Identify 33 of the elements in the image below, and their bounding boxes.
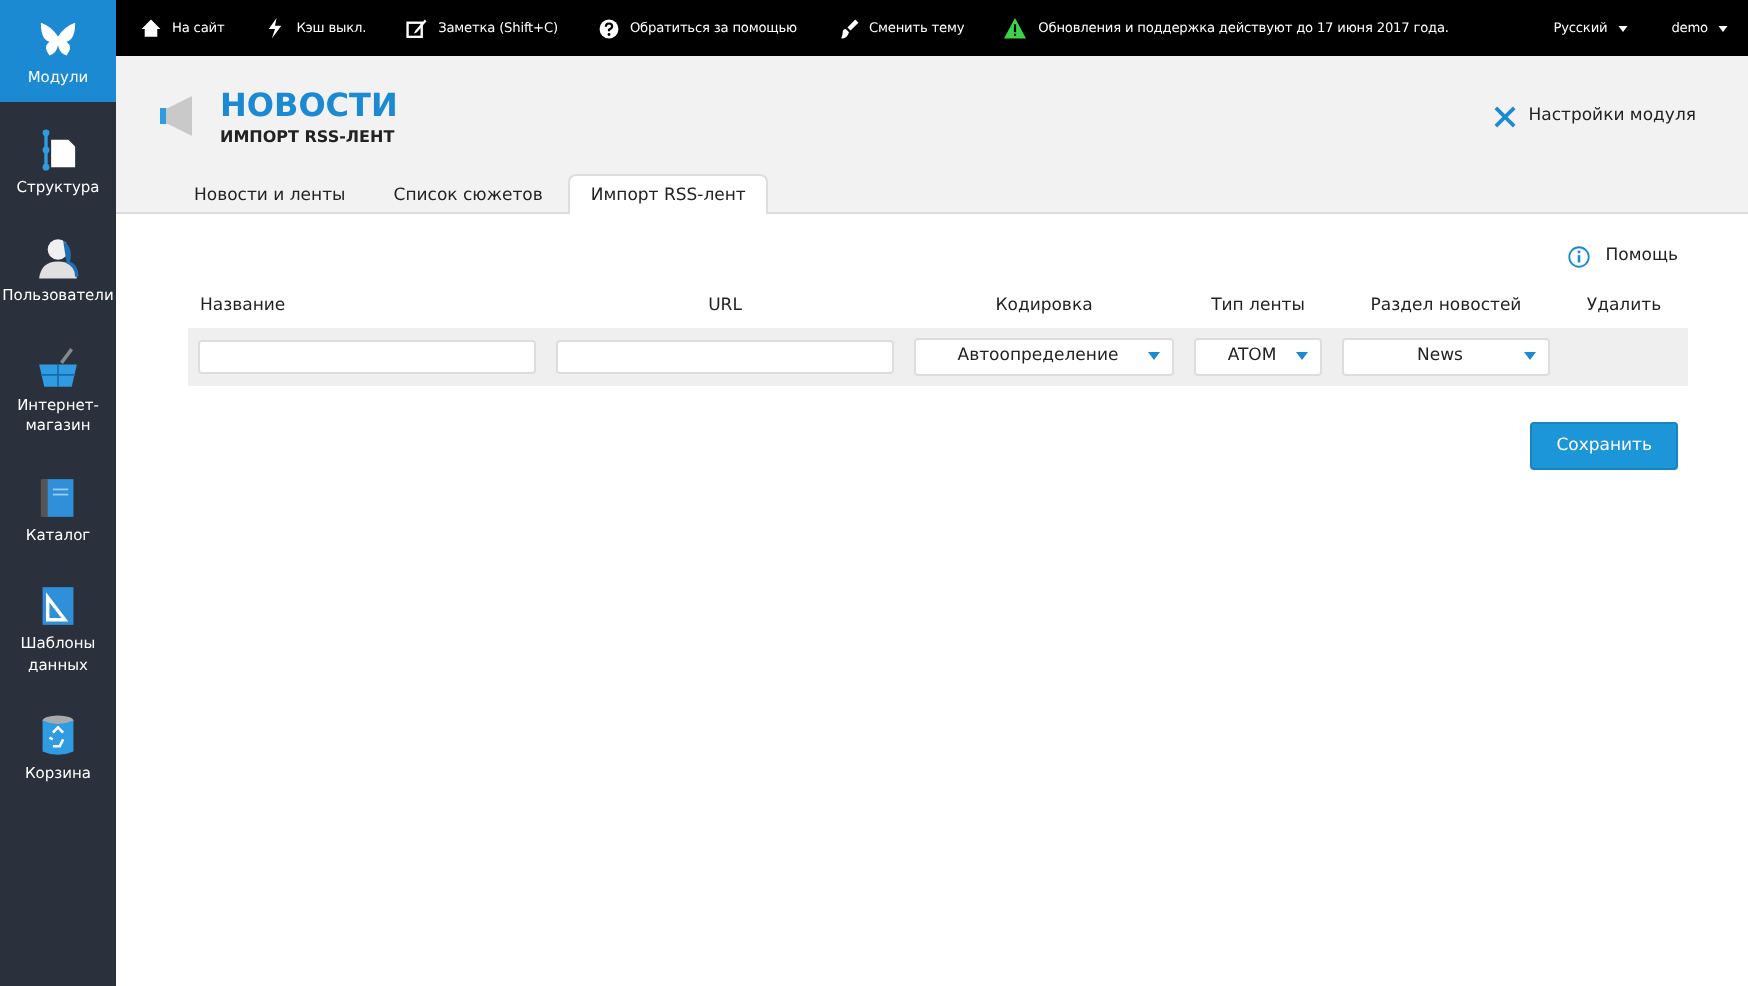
module-icon: [34, 234, 82, 282]
caret-icon: [1718, 25, 1728, 31]
link-icon: [597, 17, 620, 39]
module-icon: [34, 343, 82, 391]
caret-icon: [1524, 352, 1536, 361]
link-icon: [140, 17, 162, 39]
warning-icon: [1004, 17, 1027, 39]
page-subtitle: ИМПОРТ RSS-ЛЕНТ: [220, 127, 397, 146]
column-header: Кодировка: [993, 295, 1095, 320]
column-header: Удалить: [1584, 295, 1664, 320]
column-header: Название: [198, 295, 288, 320]
link-icon: [406, 17, 429, 39]
column-header: URL: [706, 295, 744, 320]
caret-icon: [1148, 352, 1160, 361]
tab[interactable]: Список сюжетов: [371, 173, 565, 214]
name-field[interactable]: [198, 339, 536, 374]
settings-link[interactable]: Настройки модуля: [1494, 105, 1696, 128]
column-header: Тип ленты: [1209, 295, 1307, 320]
page-title: НОВОСТИ: [220, 88, 398, 124]
url-field[interactable]: [556, 339, 894, 374]
link-icon: [837, 17, 860, 39]
encoding-select[interactable]: Автоопределение: [914, 337, 1174, 376]
tools-icon: [1494, 105, 1517, 128]
section-select[interactable]: News: [1342, 337, 1550, 376]
column-header: Раздел новостей: [1368, 295, 1524, 320]
help-link[interactable]: Помощь: [1567, 245, 1678, 268]
caret-icon: [1296, 352, 1308, 361]
info-icon: [1567, 245, 1590, 268]
tab[interactable]: Новости и ленты: [172, 173, 368, 214]
tab[interactable]: Импорт RSS-лент: [568, 173, 768, 214]
feed-type-select[interactable]: ATOM: [1194, 337, 1322, 376]
caret-icon: [1617, 25, 1628, 31]
link-icon: [264, 17, 287, 39]
